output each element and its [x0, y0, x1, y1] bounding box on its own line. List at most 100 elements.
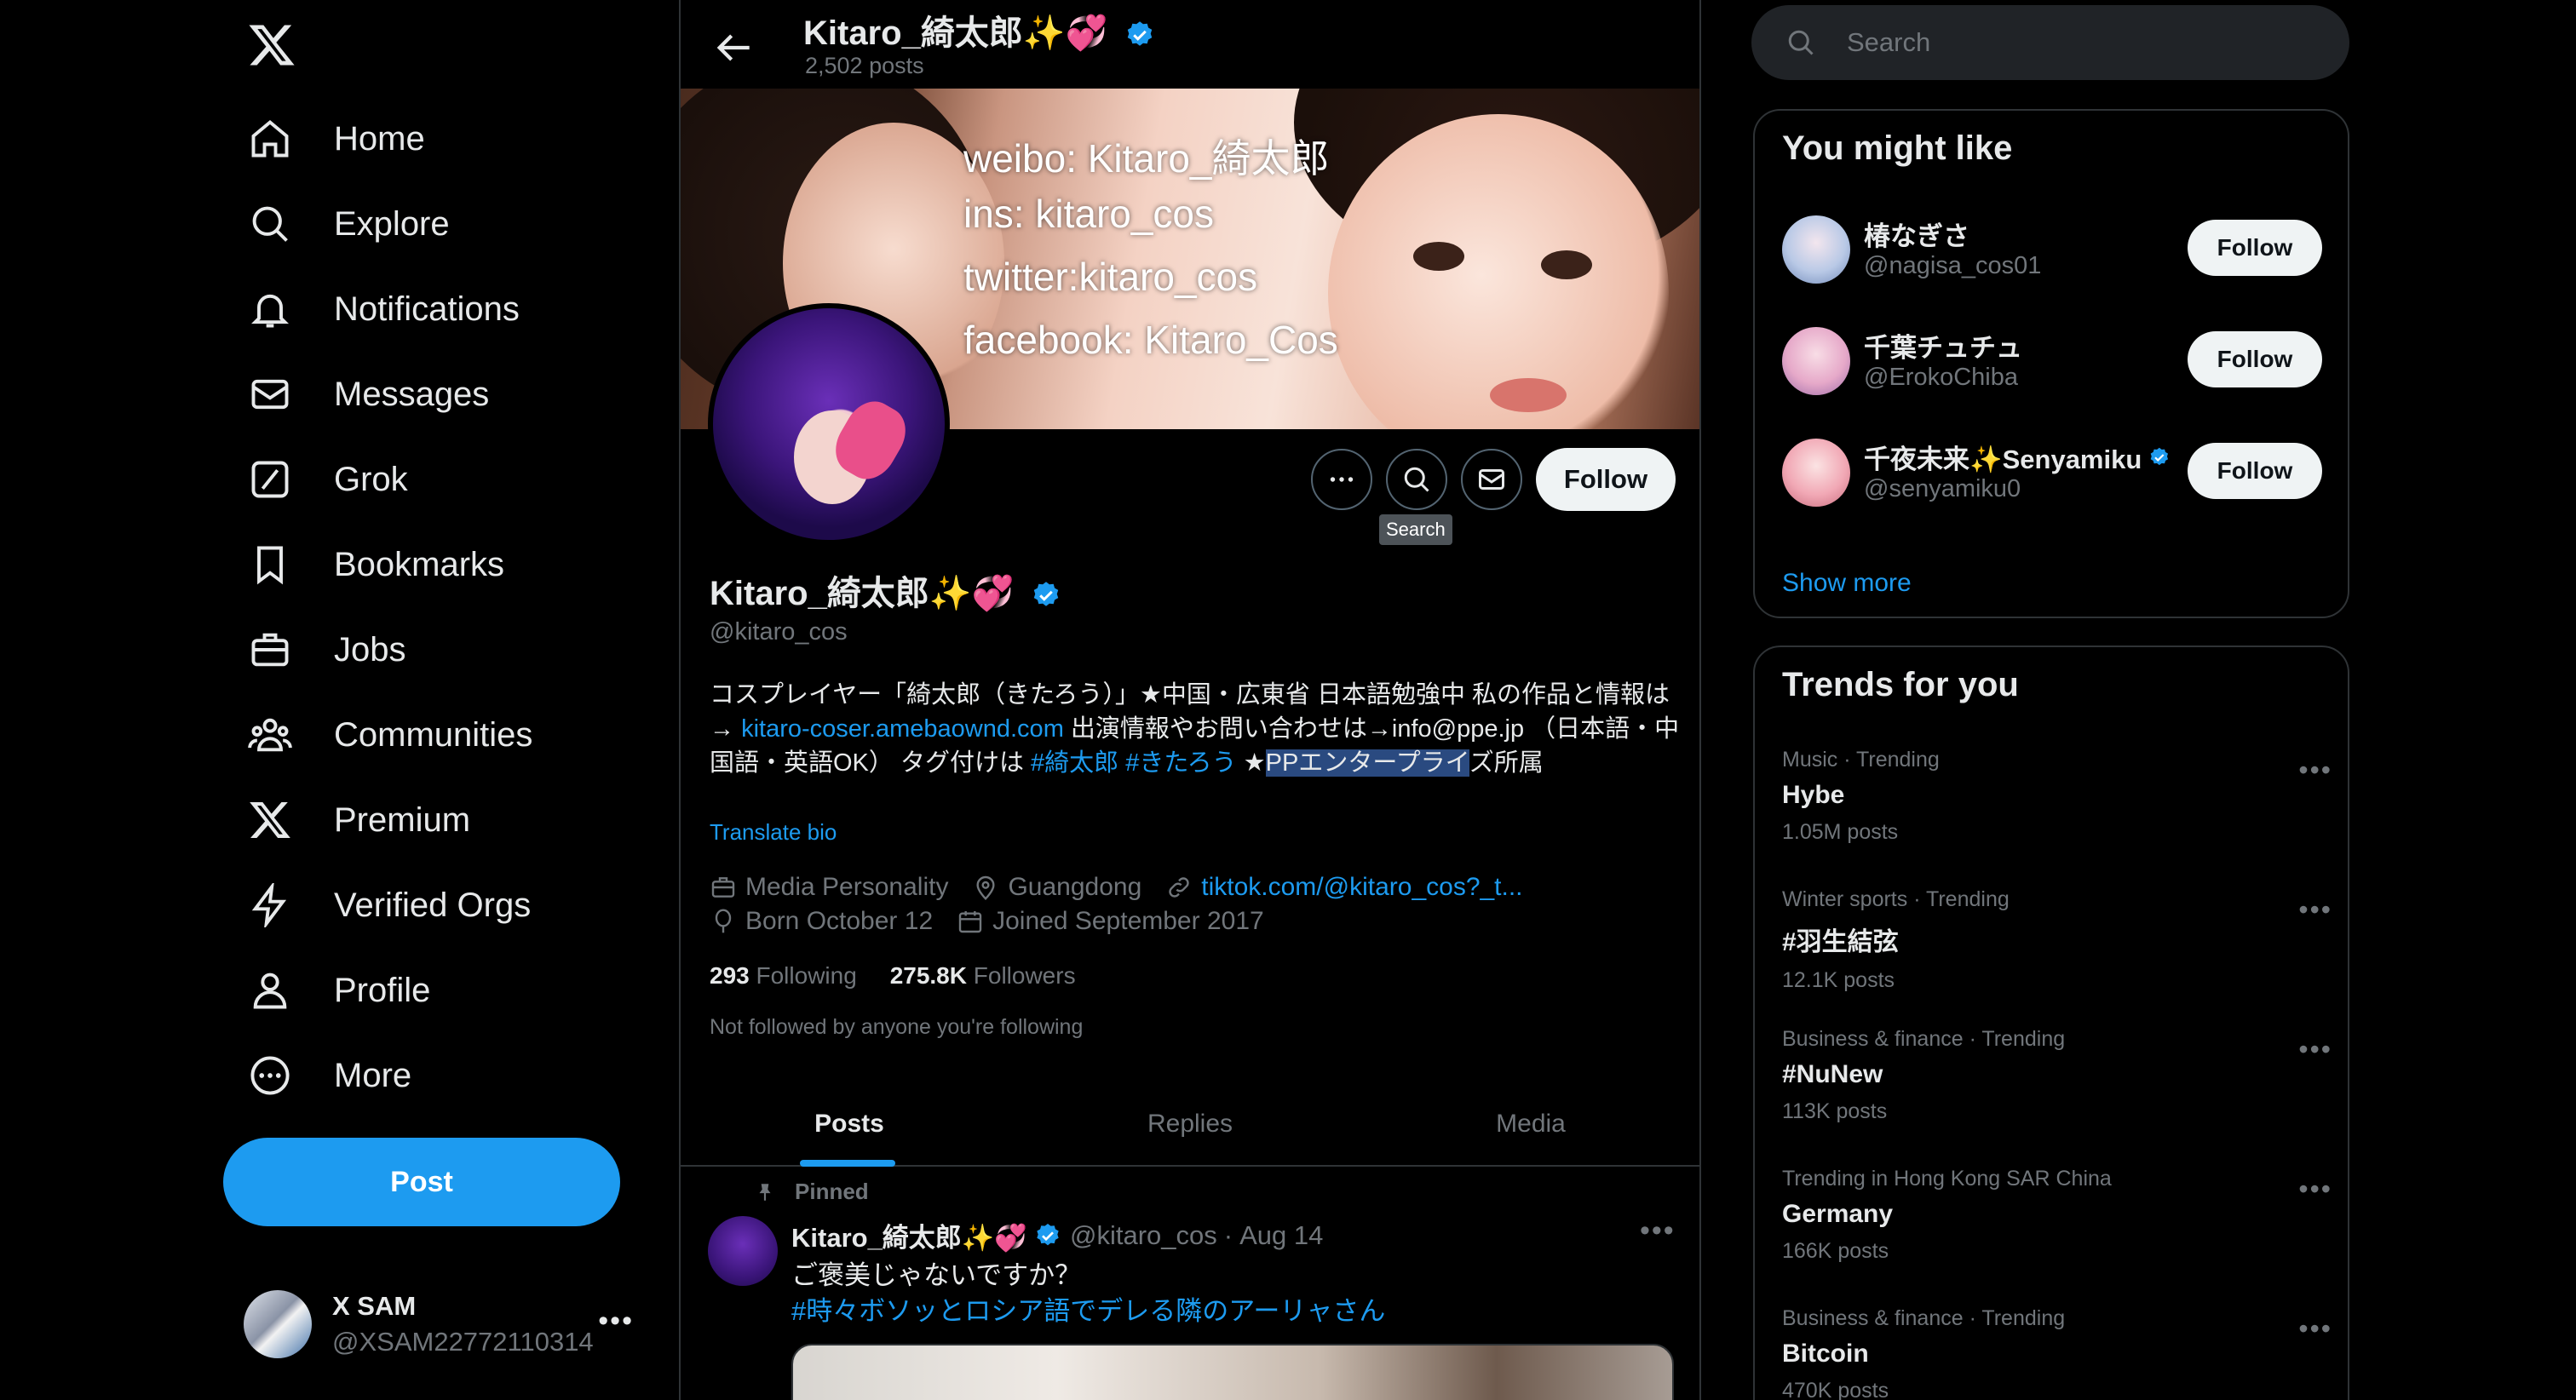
- suggestion-follow-button[interactable]: Follow: [2188, 331, 2322, 387]
- trend-item[interactable]: Business & finance · Trending #NuNew 113…: [1782, 1027, 2331, 1146]
- trend-topic: Germany: [1782, 1200, 1894, 1228]
- pinned-label: Pinned: [754, 1179, 869, 1205]
- bio-hashtag[interactable]: #きたろう: [1125, 749, 1236, 777]
- nav-item-home[interactable]: Home: [230, 100, 440, 177]
- follow-button[interactable]: Follow: [1536, 448, 1676, 511]
- nav-item-notifications[interactable]: Notifications: [230, 271, 535, 347]
- suggestion-follow-button[interactable]: Follow: [2188, 220, 2322, 276]
- tab-media[interactable]: Media: [1362, 1082, 1699, 1167]
- lightning-icon: [245, 881, 295, 930]
- calendar-icon: [958, 911, 982, 933]
- person-icon: [245, 966, 295, 1015]
- website-link[interactable]: tiktok.com/@kitaro_cos?_t...: [1201, 873, 1522, 902]
- nav-item-premium[interactable]: Premium: [230, 782, 486, 858]
- suggestion-follow-button[interactable]: Follow: [2188, 443, 2322, 499]
- profile-meta-row: Media Personality Guangdong tiktok.com/@…: [710, 870, 1547, 904]
- location-text: Guangdong: [1008, 873, 1142, 901]
- more-circle-icon: [245, 1051, 295, 1100]
- profile-avatar[interactable]: [708, 303, 950, 545]
- profile-location: Guangdong: [972, 873, 1141, 902]
- bio-link[interactable]: kitaro-coser.amebaownd.com: [741, 715, 1064, 743]
- trend-item[interactable]: Trending in Hong Kong SAR China Germany …: [1782, 1167, 2331, 1286]
- account-switcher[interactable]: X SAM @XSAM22772110314 •••: [244, 1277, 653, 1371]
- trend-item[interactable]: Winter sports · Trending #羽生結弦 12.1K pos…: [1782, 887, 2331, 1007]
- profile-website[interactable]: tiktok.com/@kitaro_cos?_t...: [1165, 873, 1523, 902]
- location-pin-icon: [976, 875, 995, 901]
- suggestion-item[interactable]: 千夜未来✨Senyamiku @senyamiku0 Follow: [1782, 434, 2327, 511]
- back-arrow-icon[interactable]: [710, 24, 757, 72]
- trend-count: 1.05M posts: [1782, 820, 1899, 844]
- message-button[interactable]: [1461, 449, 1522, 510]
- trend-more-icon[interactable]: •••: [2298, 1173, 2332, 1205]
- nav-label-messages: Messages: [334, 375, 490, 413]
- you-might-like-title: You might like: [1782, 129, 2013, 167]
- following-link[interactable]: 293 Following: [710, 962, 857, 989]
- trend-item[interactable]: Business & finance · Trending Bitcoin 47…: [1782, 1306, 2331, 1400]
- nav-item-messages[interactable]: Messages: [230, 356, 504, 433]
- nav-item-bookmarks[interactable]: Bookmarks: [230, 526, 520, 603]
- tab-replies[interactable]: Replies: [1018, 1082, 1362, 1167]
- followers-link[interactable]: 275.8K Followers: [890, 962, 1076, 989]
- nav-label-explore: Explore: [334, 204, 450, 243]
- search-profile-button[interactable]: [1386, 449, 1447, 510]
- pinned-text: Pinned: [795, 1179, 869, 1204]
- bio-hashtag[interactable]: #綺太郎: [1031, 749, 1118, 777]
- tweet-hashtag[interactable]: #時々ボソッとロシア語でデレる隣のアーリャさん: [791, 1289, 1385, 1328]
- trend-topic: Hybe: [1782, 781, 1845, 809]
- tweet-more-icon[interactable]: •••: [1640, 1214, 1676, 1248]
- profile-name-text: Kitaro_綺太郎✨💞: [710, 575, 1015, 612]
- tab-posts[interactable]: Posts: [681, 1082, 1018, 1167]
- suggestion-item[interactable]: 椿なぎさ @nagisa_cos01 Follow: [1782, 211, 2327, 288]
- trend-count: 470K posts: [1782, 1379, 1889, 1400]
- nav-item-profile[interactable]: Profile: [230, 952, 446, 1029]
- x-logo-icon[interactable]: [242, 15, 302, 75]
- search-icon: [1404, 467, 1429, 492]
- trend-more-icon[interactable]: •••: [2298, 894, 2332, 926]
- search-bar[interactable]: [1751, 5, 2349, 80]
- tweet-header: Kitaro_綺太郎✨💞 @kitaro_cos · Aug 14: [791, 1216, 1323, 1254]
- following-label: Following: [756, 962, 857, 989]
- nav-item-grok[interactable]: Grok: [230, 441, 423, 518]
- tweet-date[interactable]: Aug 14: [1239, 1220, 1323, 1251]
- nav-label-verified-orgs: Verified Orgs: [334, 886, 532, 924]
- suggestion-item[interactable]: 千葉チュチュ @ErokoChiba Follow: [1782, 323, 2327, 399]
- banner-text-line: facebook: Kitaro_Cos: [963, 318, 1338, 362]
- header-name-text: Kitaro_綺太郎✨💞: [803, 14, 1108, 52]
- nav-label-premium: Premium: [334, 800, 471, 839]
- trend-context: Music · Trending: [1782, 748, 1940, 772]
- header-post-count: 2,502 posts: [805, 53, 924, 78]
- nav-item-jobs[interactable]: Jobs: [230, 611, 422, 688]
- profile-column: Kitaro_綺太郎✨💞 2,502 posts weibo: Kitaro_綺…: [679, 0, 1701, 1400]
- search-icon: [1788, 30, 1814, 55]
- profile-joined: Joined September 2017: [957, 907, 1264, 936]
- tweet-author-name[interactable]: Kitaro_綺太郎✨💞: [791, 1216, 1027, 1254]
- pin-icon: [759, 1183, 771, 1201]
- trend-more-icon[interactable]: •••: [2298, 1034, 2332, 1065]
- mail-icon: [1479, 469, 1504, 490]
- nav-label-profile: Profile: [334, 971, 431, 1009]
- trend-more-icon[interactable]: •••: [2298, 1313, 2332, 1345]
- nav-item-verified-orgs[interactable]: Verified Orgs: [230, 867, 546, 944]
- trend-context: Winter sports · Trending: [1782, 887, 2010, 911]
- search-input[interactable]: [1847, 27, 2273, 58]
- show-more-link[interactable]: Show more: [1782, 569, 1912, 598]
- trend-more-icon[interactable]: •••: [2298, 755, 2332, 786]
- translate-bio-link[interactable]: Translate bio: [710, 819, 837, 846]
- nav-item-explore[interactable]: Explore: [230, 186, 465, 262]
- follow-stats: 293 Following 275.8K Followers: [710, 962, 1076, 990]
- nav-label-bookmarks: Bookmarks: [334, 545, 505, 583]
- more-options-button[interactable]: [1311, 449, 1372, 510]
- suggestion-handle: @senyamiku0: [1864, 475, 2021, 502]
- nav-item-more[interactable]: More: [230, 1037, 427, 1114]
- tweet-media[interactable]: [791, 1344, 1674, 1400]
- suggestion-avatar: [1782, 327, 1850, 395]
- post-button[interactable]: Post: [223, 1138, 620, 1226]
- nav-item-communities[interactable]: Communities: [230, 697, 548, 773]
- trend-item[interactable]: Music · Trending Hybe 1.05M posts •••: [1782, 748, 2331, 867]
- tweet-avatar[interactable]: [708, 1216, 778, 1286]
- briefcase-icon: [711, 877, 735, 898]
- bell-icon: [245, 284, 295, 334]
- account-name: X SAM: [332, 1291, 417, 1321]
- following-count: 293: [710, 962, 750, 989]
- more-horizontal-icon: [1330, 477, 1354, 482]
